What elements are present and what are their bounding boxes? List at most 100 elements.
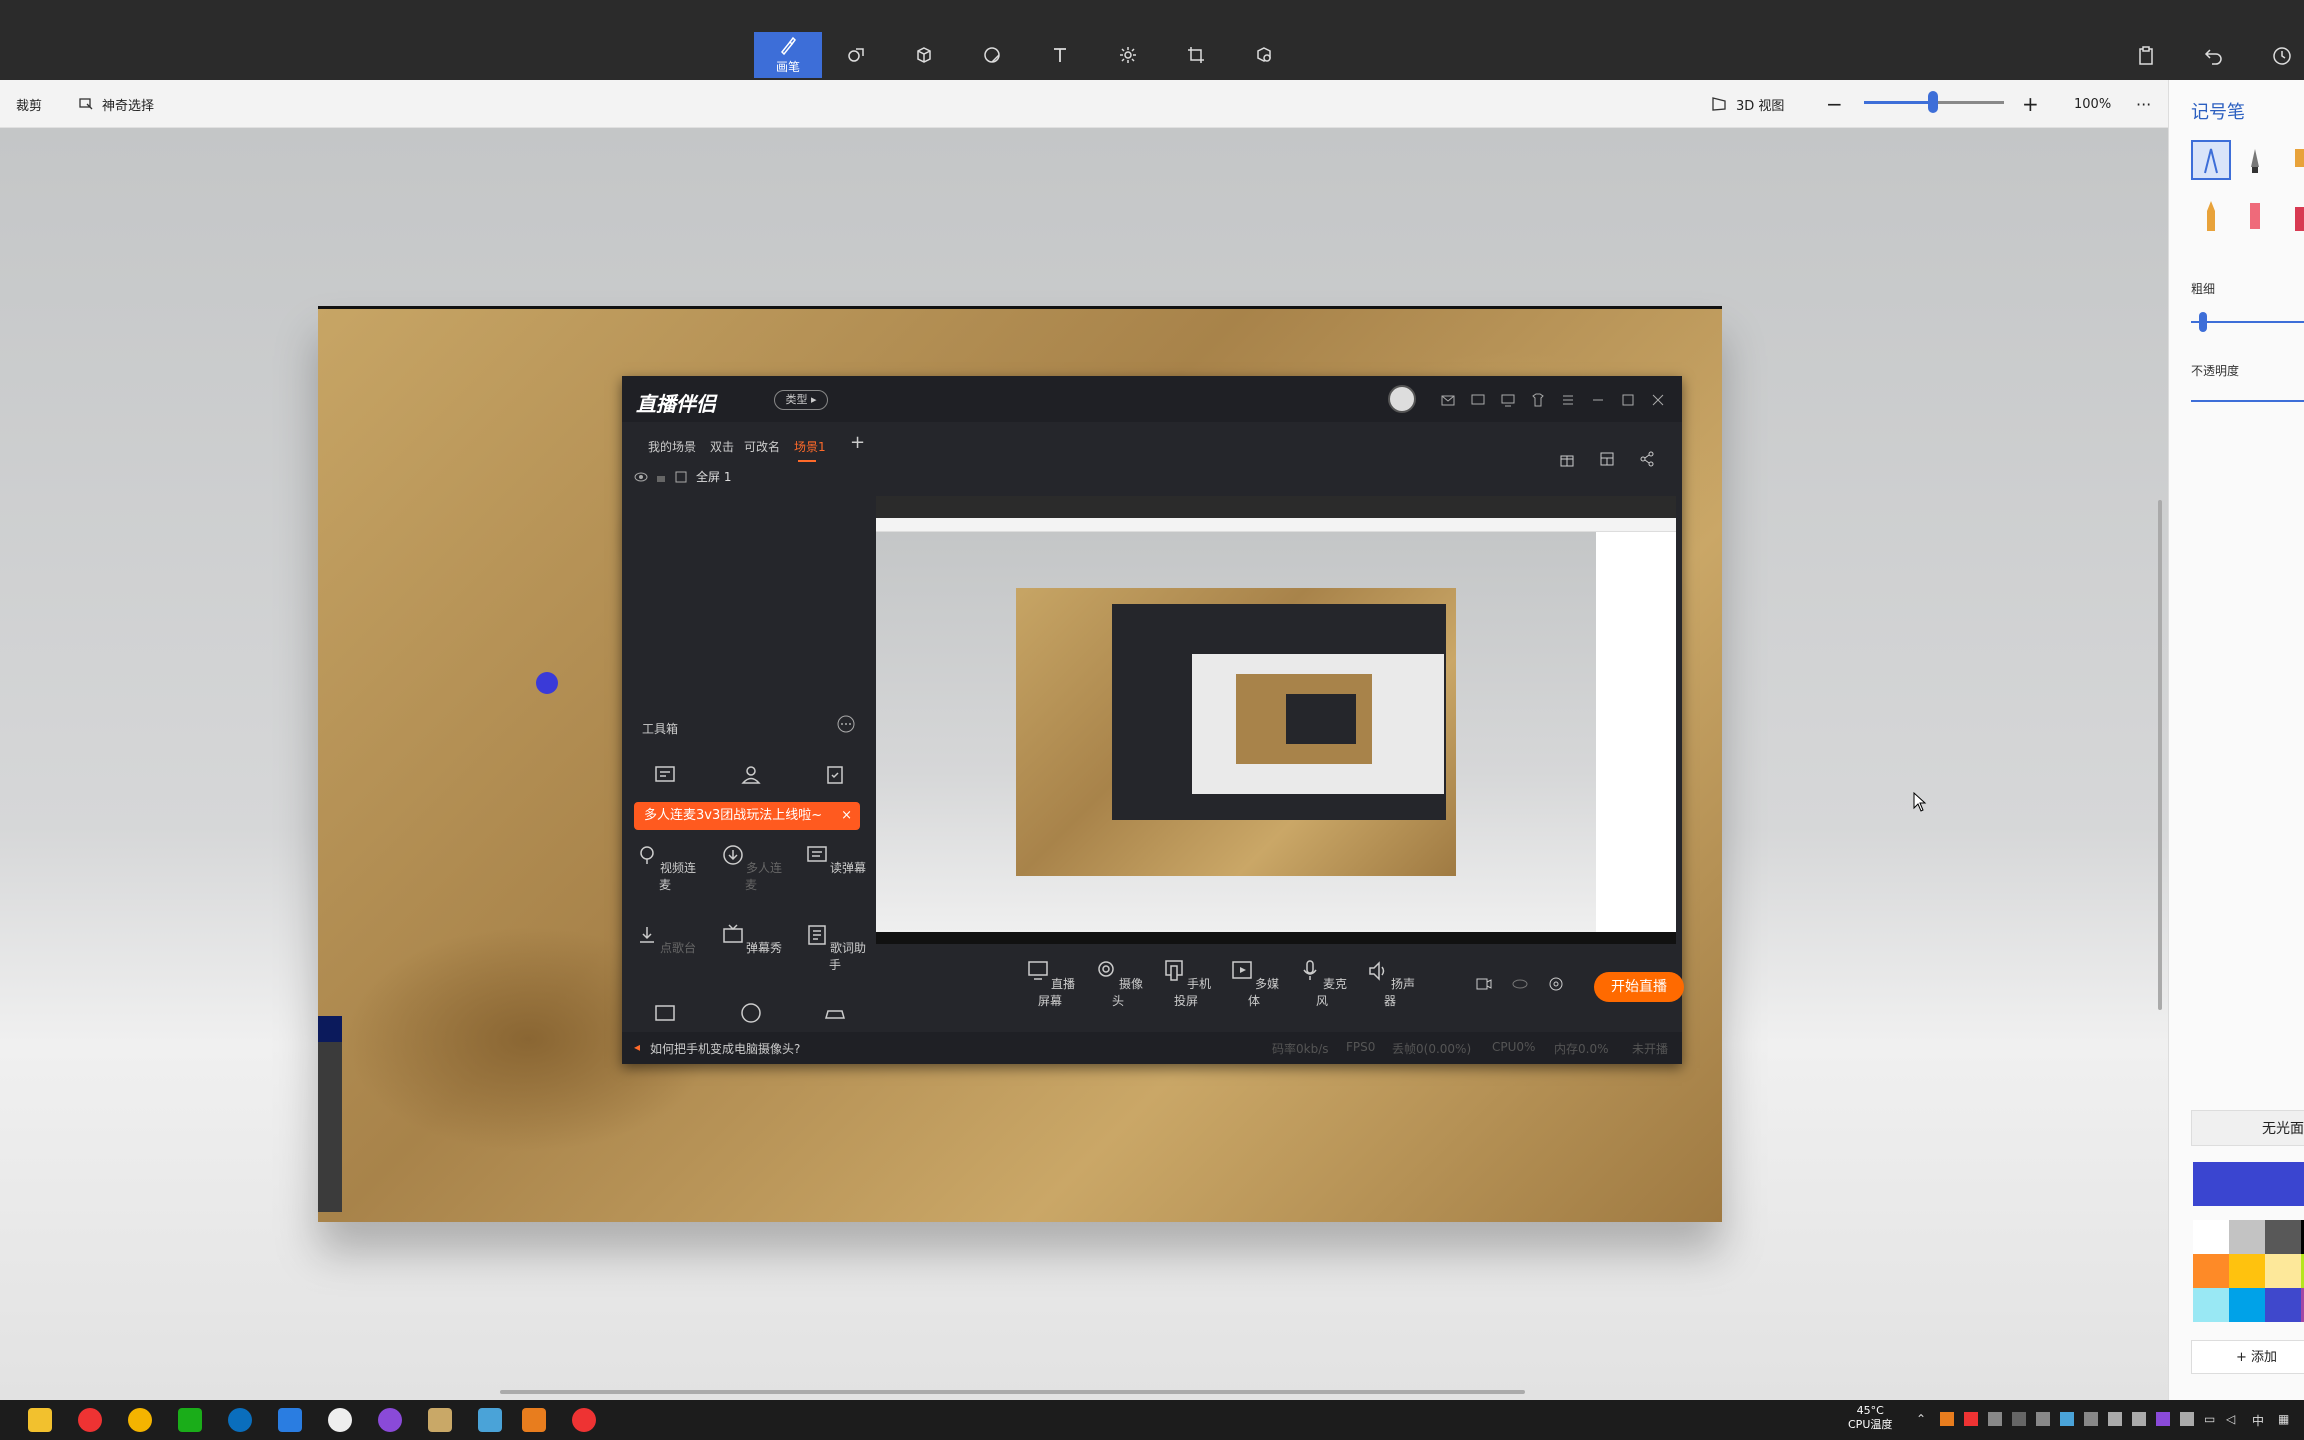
color-swatch[interactable] xyxy=(2229,1220,2265,1254)
microphone-button[interactable]: 麦克风 xyxy=(1292,958,1352,1009)
camera-button[interactable]: 摄像头 xyxy=(1088,958,1148,1009)
shape-3d-tool-button[interactable] xyxy=(890,32,958,78)
toolbox-item-3[interactable] xyxy=(800,762,870,795)
crayon-brush[interactable] xyxy=(2279,196,2304,236)
effects-tool-button[interactable] xyxy=(1094,32,1162,78)
maximize-icon[interactable] xyxy=(1620,392,1636,408)
zoom-out-button[interactable]: − xyxy=(1826,80,1843,128)
record-icon[interactable] xyxy=(1474,974,1494,994)
canvas-tool-button[interactable] xyxy=(1162,32,1230,78)
thickness-slider-thumb[interactable] xyxy=(2199,312,2207,332)
promo-close-icon[interactable]: × xyxy=(841,802,852,830)
tray-app-icon[interactable] xyxy=(2060,1412,2074,1426)
photos-icon[interactable] xyxy=(478,1408,502,1432)
magic-select-button[interactable]: 神奇选择 xyxy=(78,80,154,128)
file-explorer-icon[interactable] xyxy=(28,1408,52,1432)
color-swatch[interactable] xyxy=(2265,1288,2301,1322)
text-tool-button[interactable] xyxy=(1026,32,1094,78)
add-scene-button[interactable]: + xyxy=(850,432,865,453)
app-icon[interactable] xyxy=(278,1408,302,1432)
color-swatch[interactable] xyxy=(2265,1254,2301,1288)
media-button[interactable]: 多媒体 xyxy=(1224,958,1284,1009)
color-swatch[interactable] xyxy=(2229,1288,2265,1322)
tray-app-icon[interactable] xyxy=(2108,1412,2122,1426)
tray-app-icon[interactable] xyxy=(1988,1412,2002,1426)
app-icon[interactable] xyxy=(378,1408,402,1432)
finish-dropdown[interactable]: 无光面 xyxy=(2191,1110,2304,1146)
tray-chevron-icon[interactable]: ⌃ xyxy=(1916,1412,1930,1426)
mail-icon[interactable] xyxy=(1440,392,1456,408)
more-icon[interactable] xyxy=(836,714,856,734)
toolbox-item-pk[interactable] xyxy=(630,1000,700,1033)
tip-link[interactable]: 如何把手机变成电脑摄像头? xyxy=(650,1040,800,1057)
ime-indicator[interactable]: 中 xyxy=(2252,1412,2266,1428)
scene-source-item[interactable]: 全屏 1 xyxy=(634,468,731,485)
zoom-slider-thumb[interactable] xyxy=(1928,91,1938,113)
sticker-tool-button[interactable] xyxy=(958,32,1026,78)
screen-capture-button[interactable]: 直播屏幕 xyxy=(1020,958,1080,1009)
app-icon[interactable] xyxy=(428,1408,452,1432)
scene-tab-2[interactable]: 可改名 xyxy=(744,438,780,455)
avatar[interactable] xyxy=(1388,385,1416,413)
start-live-button[interactable]: 开始直播 xyxy=(1594,972,1684,1002)
tray-app-icon[interactable] xyxy=(1940,1412,1954,1426)
paste-icon[interactable] xyxy=(2134,44,2158,68)
scene-tab-0[interactable]: 我的场景 xyxy=(648,438,696,455)
horizontal-scrollbar[interactable] xyxy=(500,1390,1525,1394)
chrome-icon[interactable] xyxy=(128,1408,152,1432)
toolbox-item-download[interactable] xyxy=(716,1000,786,1033)
pencil-brush[interactable] xyxy=(2191,196,2231,236)
wechat-icon[interactable] xyxy=(178,1408,202,1432)
tray-app-icon[interactable] xyxy=(2156,1412,2170,1426)
tray-app-icon[interactable] xyxy=(2036,1412,2050,1426)
screen-icon[interactable] xyxy=(1500,392,1516,408)
share-icon[interactable] xyxy=(1638,450,1656,468)
history-icon[interactable] xyxy=(2270,44,2294,68)
keyboard-icon[interactable]: ▦ xyxy=(2278,1412,2292,1426)
opacity-slider[interactable] xyxy=(2191,400,2304,402)
lock-icon[interactable] xyxy=(656,471,666,483)
live-preview[interactable] xyxy=(876,496,1676,944)
add-color-button[interactable]: + 添加 xyxy=(2191,1340,2304,1374)
toolbox-item-song[interactable]: 点歌台 xyxy=(630,922,700,956)
app-icon[interactable] xyxy=(522,1408,546,1432)
color-swatch[interactable] xyxy=(2193,1220,2229,1254)
more-options-button[interactable]: ··· xyxy=(2136,80,2151,128)
settings-icon[interactable] xyxy=(1546,974,1566,994)
eraser-brush[interactable] xyxy=(2235,196,2275,236)
color-swatch[interactable] xyxy=(2193,1254,2229,1288)
brush-tool-button[interactable]: 画笔 xyxy=(754,32,822,78)
layout-icon[interactable] xyxy=(1598,450,1616,468)
tray-app-icon[interactable] xyxy=(2132,1412,2146,1426)
crop-button[interactable]: 裁剪 xyxy=(16,80,42,128)
minimize-icon[interactable] xyxy=(1590,392,1606,408)
color-swatch[interactable] xyxy=(2193,1288,2229,1322)
color-swatch[interactable] xyxy=(2229,1254,2265,1288)
network-icon[interactable]: ▭ xyxy=(2204,1412,2218,1426)
type-button[interactable]: 类型 ▸ xyxy=(774,390,828,410)
scene-tab-3[interactable]: 场景1 xyxy=(794,438,826,455)
toolbox-item-read-danmu[interactable]: 读弹幕 xyxy=(800,842,870,876)
color-swatch[interactable] xyxy=(2265,1220,2301,1254)
phone-cast-button[interactable]: 手机投屏 xyxy=(1156,958,1216,1009)
3d-library-tool-button[interactable] xyxy=(1230,32,1298,78)
calligraphy-pen-brush[interactable] xyxy=(2235,140,2275,180)
tray-app-icon[interactable] xyxy=(2012,1412,2026,1426)
toolbox-item-car[interactable] xyxy=(800,1000,870,1033)
shape-2d-tool-button[interactable] xyxy=(822,32,890,78)
speaker-button[interactable]: 扬声器 xyxy=(1360,958,1420,1009)
eye-icon[interactable] xyxy=(634,471,648,483)
paint3d-icon[interactable] xyxy=(572,1408,596,1432)
scene-tab-1[interactable]: 双击 xyxy=(710,438,734,455)
toolbox-item-multi-link[interactable]: 多人连麦 xyxy=(716,842,786,893)
zoom-in-button[interactable]: + xyxy=(2022,80,2039,128)
tray-app-icon[interactable] xyxy=(1964,1412,1978,1426)
tray-app-icon[interactable] xyxy=(2084,1412,2098,1426)
edge-icon[interactable] xyxy=(228,1408,252,1432)
current-color[interactable] xyxy=(2193,1162,2304,1206)
tray-app-icon[interactable] xyxy=(2180,1412,2194,1426)
app-icon[interactable] xyxy=(328,1408,352,1432)
toolbox-item-video-link[interactable]: 视频连麦 xyxy=(630,842,700,893)
menu-icon[interactable] xyxy=(1560,392,1576,408)
preview-eye-icon[interactable] xyxy=(1510,974,1530,994)
